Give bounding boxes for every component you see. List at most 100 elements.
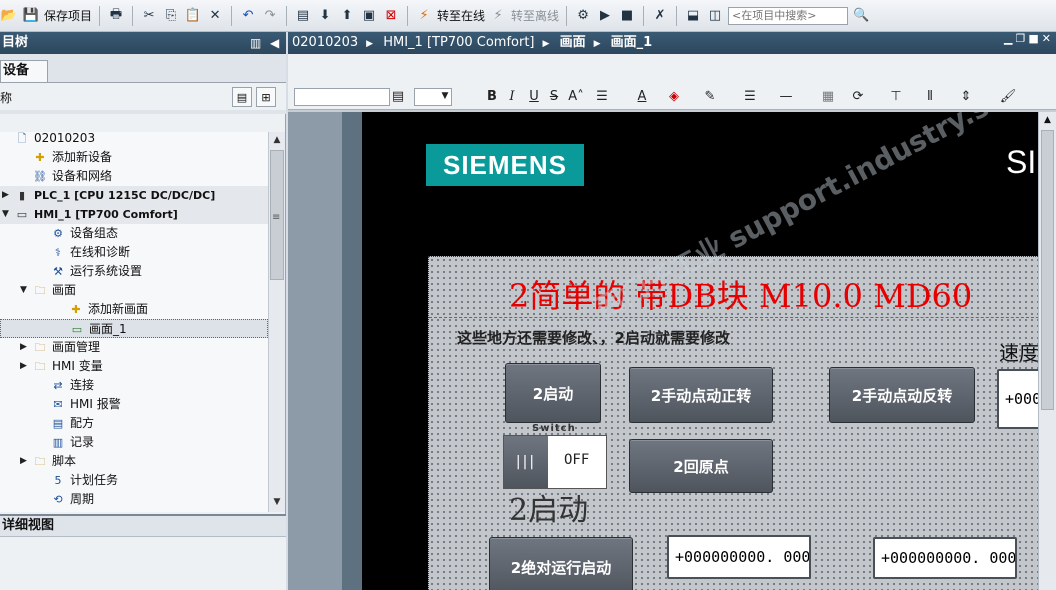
panel-dock-icon[interactable]: ▥ — [250, 32, 261, 54]
copy-icon[interactable]: ⎘ — [162, 7, 180, 25]
underline-icon[interactable]: U — [526, 86, 542, 106]
scroll-thumb[interactable] — [1041, 130, 1054, 410]
chevron-down-icon[interactable]: ▼ — [438, 86, 452, 106]
panel-note[interactable]: 这些地方还需要修改、，2启动就需要修改 — [457, 327, 730, 348]
collapse-arrow-icon[interactable]: ▼ — [20, 281, 30, 300]
tree-item[interactable]: ⛓ 设备和网络 — [0, 167, 268, 186]
open-project-icon[interactable]: 📂 — [0, 7, 18, 25]
status-text[interactable]: 2启动 — [509, 485, 588, 529]
bold-icon[interactable]: B — [484, 86, 500, 106]
jog-forward-button[interactable]: 2手动点动正转 — [629, 367, 773, 423]
editor-scrollbar[interactable]: ▲ — [1038, 112, 1056, 590]
collapse-arrow-icon[interactable]: ▼ — [2, 205, 12, 224]
split-horizontal-icon[interactable]: ⬓ — [684, 7, 702, 25]
line-color-icon[interactable]: ✎ — [700, 86, 720, 106]
tree-item[interactable]: ⚒ 运行系统设置 — [0, 262, 268, 281]
save-icon[interactable]: 💾 — [22, 7, 40, 25]
tab-devices[interactable]: 设备 — [0, 60, 48, 82]
strikethrough-icon[interactable]: S — [546, 86, 562, 106]
expand-arrow-icon[interactable]: ▶ — [20, 452, 30, 471]
go-online-button[interactable]: 转至在线 — [437, 7, 485, 24]
font-color-icon[interactable]: A — [632, 86, 652, 106]
speed-label[interactable]: 速度 — [999, 337, 1039, 366]
distance-io-field[interactable]: +000000000. 000 — [873, 537, 1017, 579]
breadcrumb-device[interactable]: HMI_1 [TP700 Comfort] — [383, 35, 534, 50]
minimize-icon[interactable]: ▁ — [1004, 32, 1015, 45]
tree-item[interactable]: 5 计划任务 — [0, 471, 268, 490]
breadcrumb-screen[interactable]: 画面_1 — [611, 35, 653, 50]
print-icon[interactable]: 🖶 — [107, 7, 125, 25]
split-vertical-icon[interactable]: ◫ — [706, 7, 724, 25]
tree-item[interactable]: 🗋 02010203 — [0, 132, 268, 148]
tree-item[interactable]: ▶ 🗀 脚本 — [0, 452, 268, 471]
tree-item[interactable]: ▶ 🗀 HMI 变量 — [0, 357, 268, 376]
maximize-icon[interactable]: ■ — [1028, 32, 1041, 45]
start-button[interactable]: 2启动 — [505, 363, 601, 423]
jog-reverse-button[interactable]: 2手动点动反转 — [829, 367, 975, 423]
rotate-icon[interactable]: ⟳ — [848, 86, 868, 106]
scroll-down-icon[interactable]: ▼ — [269, 494, 285, 510]
absolute-start-button[interactable]: 2绝对运行启动 — [489, 537, 633, 590]
tree-item[interactable]: ▼ 🗀 画面 — [0, 281, 268, 300]
scroll-up-icon[interactable]: ▲ — [269, 132, 285, 148]
tree-item[interactable]: ⚕ 在线和诊断 — [0, 243, 268, 262]
switch-toggle[interactable]: ||| OFF — [503, 435, 607, 489]
tree-item[interactable]: ▶ 🗀 画面管理 — [0, 338, 268, 357]
stop-runtime-icon[interactable]: ⊠ — [382, 7, 400, 25]
arrange-icon[interactable]: ▦ — [818, 86, 838, 106]
start-cpu-icon[interactable]: ▶ — [596, 7, 614, 25]
tree-item[interactable]: ✉ HMI 报警 — [0, 395, 268, 414]
paste-icon[interactable]: 📋 — [184, 7, 202, 25]
close-icon[interactable]: ✕ — [1042, 32, 1054, 45]
project-search-input[interactable] — [728, 6, 849, 25]
restore-icon[interactable]: ❐ — [1016, 32, 1029, 45]
distribute-icon[interactable]: ⫴ — [920, 86, 940, 106]
cut-icon[interactable]: ✂ — [140, 7, 158, 25]
same-size-icon[interactable]: ⇕ — [956, 86, 976, 106]
tree-item[interactable]: ▥ 记录 — [0, 433, 268, 452]
line-style-icon[interactable]: — — [776, 86, 796, 106]
compile-icon[interactable]: ▤ — [294, 7, 312, 25]
position-io-field[interactable]: +000000000. 000 — [667, 535, 811, 579]
underline-icon[interactable] — [510, 86, 526, 106]
format-painter-icon[interactable]: 🖌 — [998, 86, 1018, 106]
tree-item[interactable]: ✚ 添加新设备 — [0, 148, 268, 167]
delete-icon[interactable]: ✕ — [206, 7, 224, 25]
line-width-icon[interactable]: ☰ — [740, 86, 760, 106]
tree-item[interactable]: ⚙ 设备组态 — [0, 224, 268, 243]
tree-item[interactable]: ▭ 画面_1 — [0, 319, 268, 338]
undo-icon[interactable]: ↶ — [239, 7, 257, 25]
tree-item[interactable]: ⇄ 连接 — [0, 376, 268, 395]
superscript-icon[interactable]: A˄ — [566, 86, 586, 106]
go-online-icon[interactable]: ⚡ — [415, 7, 433, 25]
text-align-icon[interactable]: ☰ — [592, 86, 612, 106]
breadcrumb-project[interactable]: 02010203 — [292, 35, 358, 50]
align-top-icon[interactable]: ⊤ — [886, 86, 906, 106]
stop-cpu-icon[interactable]: ■ — [618, 7, 636, 25]
expand-arrow-icon[interactable]: ▶ — [20, 338, 30, 357]
fill-color-icon[interactable]: ◈ — [664, 86, 684, 106]
tree-item[interactable]: ⟲ 周期 — [0, 490, 268, 509]
return-home-button[interactable]: 2回原点 — [629, 439, 773, 493]
tree-add-icon[interactable]: ⊞ — [256, 87, 276, 107]
expand-arrow-icon[interactable]: ▶ — [2, 186, 12, 205]
scroll-up-icon[interactable]: ▲ — [1039, 112, 1056, 128]
tree-item[interactable]: ▼ ▭ HMI_1 [TP700 Comfort] — [0, 205, 268, 224]
font-list-icon[interactable]: ▤ — [391, 86, 405, 106]
search-icon[interactable]: 🔍 — [852, 7, 870, 25]
panel-title[interactable]: 2简单的 带DB块 M10.0 MD60 — [509, 271, 972, 317]
download-icon[interactable]: ⬇ — [316, 7, 334, 25]
tree-scrollbar[interactable]: ▲ ≡ ▼ — [268, 132, 285, 512]
accessible-devices-icon[interactable]: ⚙ — [574, 7, 592, 25]
go-offline-button[interactable]: 转至离线 — [511, 7, 559, 24]
save-project-button[interactable]: 保存项目 — [44, 7, 92, 24]
breadcrumb-screens[interactable]: 画面 — [560, 35, 586, 50]
font-family-combo[interactable] — [294, 88, 390, 106]
expand-arrow-icon[interactable]: ▶ — [20, 357, 30, 376]
upload-icon[interactable]: ⬆ — [338, 7, 356, 25]
tree-item[interactable]: ▤ 配方 — [0, 414, 268, 433]
panel-collapse-icon[interactable]: ◀ — [270, 32, 279, 54]
tree-view-toggle-icon[interactable]: ▤ — [232, 87, 252, 107]
detail-view-header[interactable]: 详细视图 — [0, 514, 286, 536]
simulation-icon[interactable]: ▣ — [360, 7, 378, 25]
